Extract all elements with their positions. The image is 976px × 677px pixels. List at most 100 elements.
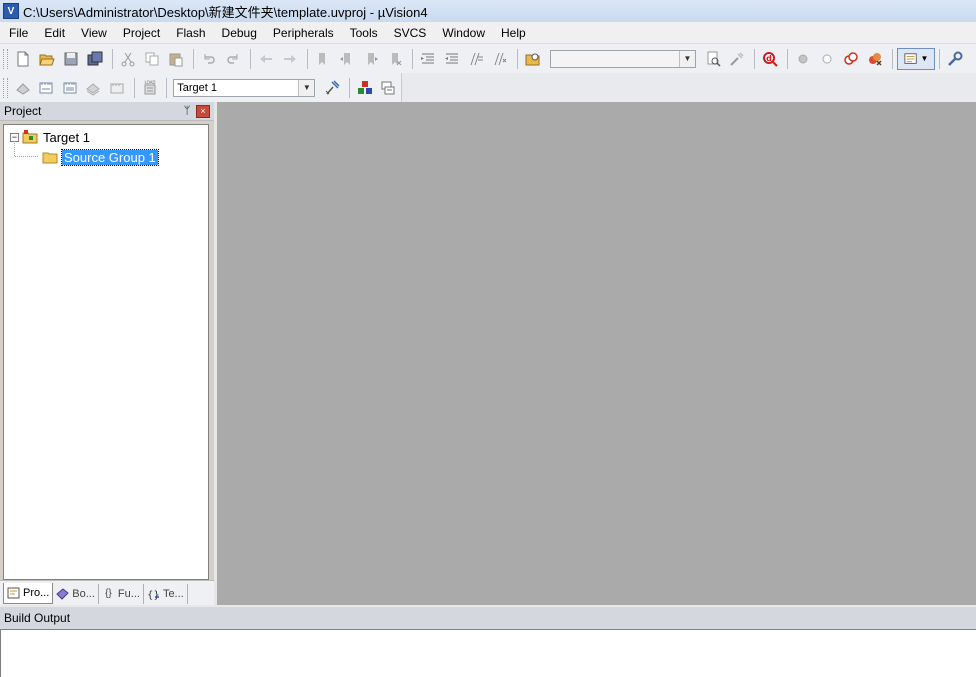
toolbar-grip[interactable] xyxy=(3,77,8,98)
build-output-header: Build Output xyxy=(0,605,976,629)
books-tab-icon xyxy=(56,587,70,600)
tree-label-target: Target 1 xyxy=(43,129,90,145)
templates-tab-icon: {} xyxy=(147,588,160,600)
bookmark-prev-icon[interactable] xyxy=(336,48,358,70)
menu-debug[interactable]: Debug xyxy=(213,26,264,40)
tree-item-source-group[interactable]: Source Group 1 xyxy=(42,148,159,166)
uncomment-icon[interactable] xyxy=(489,48,511,70)
target-options-icon[interactable] xyxy=(321,77,343,99)
find-in-files-icon[interactable] xyxy=(522,48,544,70)
menu-bar: File Edit View Project Flash Debug Perip… xyxy=(0,22,976,44)
toolbar-separator xyxy=(112,48,113,69)
toolbar-separator xyxy=(348,77,350,98)
tab-books[interactable]: Bo... xyxy=(53,583,99,604)
new-file-icon[interactable] xyxy=(12,48,34,70)
project-panel: Project ᛘ × − Target 1 Source Group 1 Pr… xyxy=(0,102,214,606)
pin-icon[interactable]: ᛘ xyxy=(180,105,194,117)
svg-text:d: d xyxy=(766,54,772,63)
toolbar-separator xyxy=(193,48,194,69)
breakpoint-icon[interactable] xyxy=(792,48,814,70)
indent-icon[interactable] xyxy=(417,48,439,70)
build-output-pane[interactable] xyxy=(0,629,976,677)
manage-components-icon[interactable] xyxy=(354,77,376,99)
configure-icon[interactable] xyxy=(944,48,966,70)
svg-text:{}: {} xyxy=(147,590,160,600)
menu-svcs[interactable]: SVCS xyxy=(385,26,434,40)
chevron-down-icon: ▼ xyxy=(920,54,929,63)
save-icon[interactable] xyxy=(60,48,82,70)
menu-view[interactable]: View xyxy=(72,26,114,40)
kill-breakpoints-icon[interactable] xyxy=(864,48,886,70)
toolbar-separator xyxy=(939,48,940,69)
toolbar-separator xyxy=(412,48,413,69)
find-combo[interactable]: ▼ xyxy=(550,49,696,68)
toolbar-separator xyxy=(307,48,308,69)
rebuild-icon[interactable] xyxy=(59,77,81,99)
build-toolbar: LOAD Target 1 ▼ xyxy=(0,73,402,103)
save-all-icon[interactable] xyxy=(84,48,106,70)
tree-label-source-group: Source Group 1 xyxy=(61,148,159,166)
tab-project[interactable]: Pro... xyxy=(3,583,54,604)
copy-icon[interactable] xyxy=(141,48,163,70)
tab-templates[interactable]: {} Te... xyxy=(144,583,188,604)
menu-file[interactable]: File xyxy=(0,26,35,40)
uv-logo-icon: V xyxy=(3,3,19,19)
batch-build-icon[interactable] xyxy=(83,77,105,99)
target-select[interactable]: Target 1 ▼ xyxy=(173,78,316,97)
menu-project[interactable]: Project xyxy=(114,26,167,40)
unindent-icon[interactable] xyxy=(441,48,463,70)
folder-icon xyxy=(42,152,58,163)
open-folder-icon[interactable] xyxy=(36,48,58,70)
find-icon[interactable] xyxy=(702,48,724,70)
target-select-value: Target 1 xyxy=(177,81,218,94)
project-tree[interactable]: − Target 1 Source Group 1 xyxy=(3,124,209,580)
menu-tools[interactable]: Tools xyxy=(341,26,385,40)
breakpoint-disabled-icon[interactable] xyxy=(816,48,838,70)
incremental-find-icon[interactable] xyxy=(726,48,748,70)
menu-window[interactable]: Window xyxy=(433,26,492,40)
tab-functions[interactable]: {} Fu... xyxy=(99,583,144,604)
disable-all-breakpoints-icon[interactable] xyxy=(840,48,862,70)
bookmark-clear-icon[interactable] xyxy=(384,48,406,70)
build-icon[interactable] xyxy=(36,77,58,99)
window-select-icon xyxy=(903,52,917,64)
tab-books-label: Bo... xyxy=(72,587,95,600)
menu-flash[interactable]: Flash xyxy=(167,26,212,40)
chevron-down-icon[interactable]: ▼ xyxy=(679,50,695,67)
tree-connector xyxy=(14,141,38,157)
toolbar-separator xyxy=(787,48,788,69)
nav-forward-icon[interactable] xyxy=(279,48,301,70)
redo-icon[interactable] xyxy=(222,48,244,70)
title-bar: V C:\Users\Administrator\Desktop\新建文件夹\t… xyxy=(0,0,976,22)
toolbar-grip[interactable] xyxy=(3,48,8,69)
manage-books-icon[interactable] xyxy=(378,77,400,99)
comment-icon[interactable] xyxy=(465,48,487,70)
toolbar-empty-area xyxy=(402,73,976,102)
stop-build-icon[interactable] xyxy=(106,77,128,99)
undo-icon[interactable] xyxy=(198,48,220,70)
bookmark-icon[interactable] xyxy=(312,48,334,70)
tab-templates-label: Te... xyxy=(162,587,184,600)
project-panel-title: Project xyxy=(4,104,42,118)
project-panel-header: Project ᛘ × xyxy=(0,102,214,121)
nav-back-icon[interactable] xyxy=(255,48,277,70)
menu-peripherals[interactable]: Peripherals xyxy=(264,26,341,40)
menu-edit[interactable]: Edit xyxy=(35,26,72,40)
chevron-down-icon[interactable]: ▼ xyxy=(298,79,315,96)
project-panel-tabs: Pro... Bo... {} Fu... {} Te... xyxy=(0,580,214,606)
toolbar-separator xyxy=(166,77,168,98)
translate-icon[interactable] xyxy=(12,77,34,99)
toolbar-separator xyxy=(754,48,755,69)
toolbar-separator xyxy=(517,48,518,69)
cut-icon[interactable] xyxy=(117,48,139,70)
paste-icon[interactable] xyxy=(165,48,187,70)
download-icon[interactable]: LOAD xyxy=(139,77,161,99)
bookmark-next-icon[interactable] xyxy=(360,48,382,70)
toolbar-separator xyxy=(133,77,135,98)
functions-tab-icon: {} xyxy=(105,588,112,599)
menu-help[interactable]: Help xyxy=(492,26,533,40)
debug-session-icon[interactable]: d xyxy=(759,48,781,70)
window-select-button[interactable]: ▼ xyxy=(897,47,935,70)
close-icon[interactable]: × xyxy=(196,104,210,118)
file-toolbar: ▼ d ▼ xyxy=(0,44,976,74)
